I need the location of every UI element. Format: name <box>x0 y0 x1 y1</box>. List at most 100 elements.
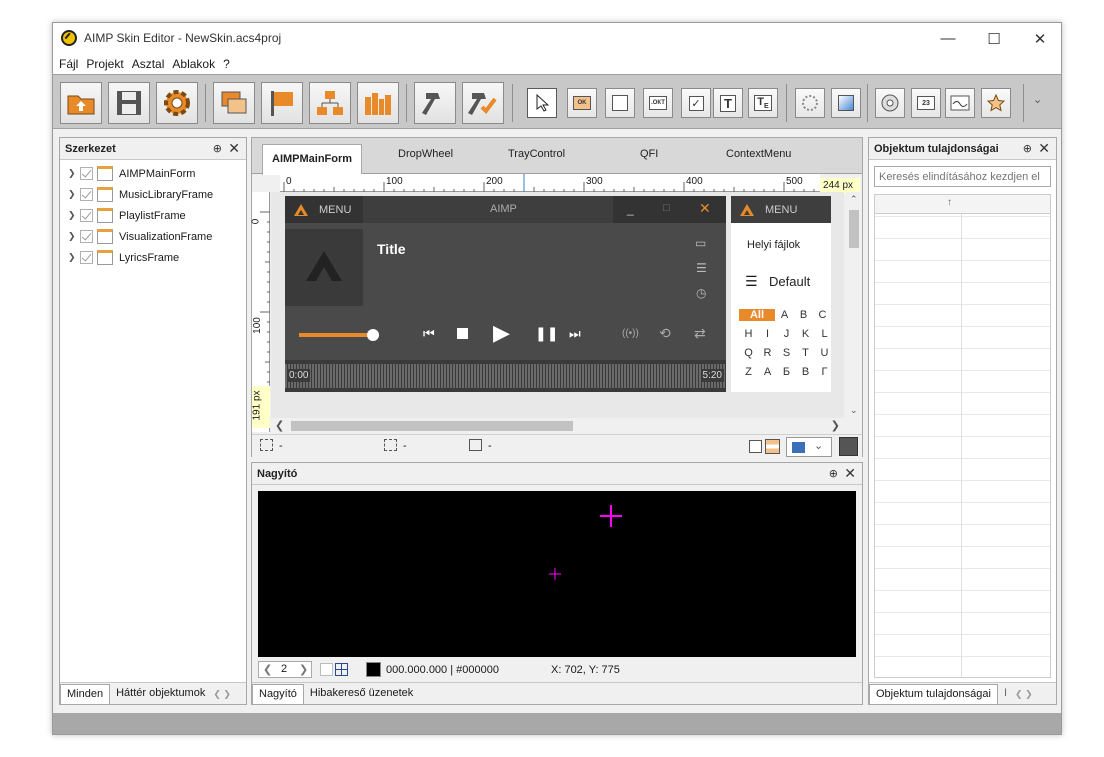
close-icon[interactable]: ✕ <box>228 140 240 157</box>
background-color-button[interactable] <box>839 437 858 456</box>
tab-aimpmainform[interactable]: AIMPMainForm <box>262 144 363 175</box>
label-tool[interactable]: .ОКТ <box>643 88 673 118</box>
grid-icon[interactable] <box>335 663 348 676</box>
letter[interactable]: U <box>815 347 834 359</box>
pin-icon[interactable]: ⊕ <box>213 142 222 155</box>
menu-windows[interactable]: Ablakok <box>172 57 215 71</box>
checkbox-icon[interactable] <box>80 209 93 222</box>
toolbar-overflow-icon[interactable]: ⌄ <box>1033 93 1042 106</box>
minimize-button[interactable]: — <box>925 23 971 54</box>
scroll-down-icon[interactable]: ⌄ <box>850 405 858 416</box>
menu-desktop[interactable]: Asztal <box>132 57 165 71</box>
letter[interactable]: B <box>794 309 813 321</box>
tree-item[interactable]: ❯ MusicLibraryFrame <box>60 184 246 205</box>
menu-project[interactable]: Projekt <box>86 57 123 71</box>
scroll-left-icon[interactable]: ❮ <box>275 419 284 432</box>
settings-button[interactable] <box>156 82 198 124</box>
tab-second[interactable]: I <box>998 684 1013 704</box>
letter[interactable]: R <box>758 347 777 359</box>
player-maximize-icon[interactable]: □ <box>663 202 670 214</box>
pause-icon[interactable]: ❚❚ <box>535 325 558 342</box>
letter[interactable]: Г <box>815 366 834 378</box>
letter-all[interactable]: All <box>739 308 775 321</box>
tab-all[interactable]: Minden <box>60 684 111 704</box>
pin-icon[interactable]: ⊕ <box>1023 142 1032 155</box>
waveform-bar[interactable]: 0:00 5:20 <box>285 360 726 392</box>
number-tool[interactable]: 23 <box>911 88 941 118</box>
letter[interactable]: K <box>796 328 815 340</box>
tab-debug-messages[interactable]: Hibakereső üzenetek <box>304 684 419 704</box>
flag-button[interactable] <box>261 82 303 124</box>
pin-icon[interactable]: ⊕ <box>829 467 838 480</box>
letter[interactable]: S <box>777 347 796 359</box>
checkbox-tool[interactable]: ✓ <box>681 88 711 118</box>
scroll-thumb-v[interactable] <box>849 210 859 248</box>
playlist-preview[interactable]: MENU Helyi fájlok ☰ Default All A B C H … <box>731 196 831 392</box>
tab-traycontrol[interactable]: TrayControl <box>508 148 565 160</box>
letter[interactable]: H <box>739 328 758 340</box>
letter[interactable]: L <box>815 328 834 340</box>
tab-contextmenu[interactable]: ContextMenu <box>726 148 791 160</box>
magnifier-view[interactable] <box>258 491 856 657</box>
close-icon[interactable]: ✕ <box>844 465 856 482</box>
letter[interactable]: A <box>775 309 794 321</box>
spinner-tool[interactable] <box>795 88 825 118</box>
player-minimize-icon[interactable]: _ <box>627 202 634 216</box>
playlist-tab[interactable]: Helyi fájlok <box>747 239 800 251</box>
shuffle-icon[interactable]: ⇄ <box>694 325 706 342</box>
save-button[interactable] <box>108 82 150 124</box>
property-grid-header[interactable]: ↑ <box>875 195 1050 214</box>
menu-help[interactable]: ? <box>223 57 230 71</box>
stop-icon[interactable] <box>457 328 468 339</box>
tab-qfi[interactable]: QFI <box>640 148 658 160</box>
checkbox-icon[interactable] <box>80 230 93 243</box>
hierarchy-button[interactable] <box>309 82 351 124</box>
zoom-increase-icon[interactable]: ❯ <box>299 663 308 676</box>
letter[interactable]: В <box>796 366 815 378</box>
maximize-button[interactable]: ☐ <box>971 23 1017 54</box>
grid-off-icon[interactable] <box>320 663 333 676</box>
tree-item[interactable]: ❯ LyricsFrame <box>60 247 246 268</box>
design-canvas[interactable]: MENU AIMP _ □ ✕ Title ▭ ☰ ◷ ⏮ ▶ ❚❚ ⏭ ((•… <box>271 192 844 418</box>
zoom-stepper[interactable]: ❮ 2 ❯ <box>258 661 312 678</box>
checkbox-icon[interactable] <box>80 251 93 264</box>
disc-tool[interactable] <box>875 88 905 118</box>
letter[interactable]: J <box>777 328 796 340</box>
build-button[interactable] <box>414 82 456 124</box>
letter[interactable]: T <box>796 347 815 359</box>
zoom-decrease-icon[interactable]: ❮ <box>263 663 272 676</box>
horizontal-scrollbar[interactable]: ❮ ❯ <box>271 418 844 434</box>
letter[interactable]: Б <box>777 366 796 378</box>
library-button[interactable] <box>357 82 399 124</box>
radio-icon[interactable]: ((•)) <box>622 328 639 339</box>
property-search-input[interactable] <box>874 166 1051 187</box>
checkbox-icon[interactable] <box>80 167 93 180</box>
edit-tool[interactable]: TE <box>748 88 778 118</box>
button-tool[interactable]: OK <box>567 88 597 118</box>
letter[interactable]: C <box>813 309 832 321</box>
player-menu[interactable]: MENU <box>285 196 363 223</box>
volume-slider[interactable] <box>299 329 379 341</box>
display-icon[interactable]: ▭ <box>695 236 706 250</box>
tab-dropwheel[interactable]: DropWheel <box>398 148 453 160</box>
hamburger-icon[interactable]: ☰ <box>745 273 758 290</box>
image-tool[interactable] <box>831 88 861 118</box>
build-check-button[interactable] <box>462 82 504 124</box>
property-grid[interactable]: ↑ <box>874 194 1051 678</box>
tree-item[interactable]: ❯ PlaylistFrame <box>60 205 246 226</box>
tab-magnifier[interactable]: Nagyító <box>252 684 304 704</box>
text-tool[interactable]: T <box>713 88 743 118</box>
tabs-scroll-icon[interactable]: ❮ ❯ <box>1013 685 1035 704</box>
color-dropdown[interactable]: ⌄ <box>786 437 832 457</box>
tree-item[interactable]: ❯ AIMPMainForm <box>60 163 246 184</box>
vertical-scrollbar[interactable]: ⌃ ⌄ <box>846 192 862 418</box>
volume-knob[interactable] <box>366 329 379 341</box>
tab-object-properties[interactable]: Objektum tulajdonságai <box>869 684 998 704</box>
scroll-right-icon[interactable]: ❯ <box>831 419 840 432</box>
letter[interactable]: Z <box>739 366 758 378</box>
equalizer-icon[interactable]: ☰ <box>696 261 707 275</box>
player-preview[interactable]: MENU AIMP _ □ ✕ Title ▭ ☰ ◷ ⏮ ▶ ❚❚ ⏭ ((•… <box>285 196 726 392</box>
pointer-tool[interactable] <box>527 88 557 118</box>
checkbox-icon[interactable] <box>80 188 93 201</box>
wave-tool[interactable] <box>945 88 975 118</box>
